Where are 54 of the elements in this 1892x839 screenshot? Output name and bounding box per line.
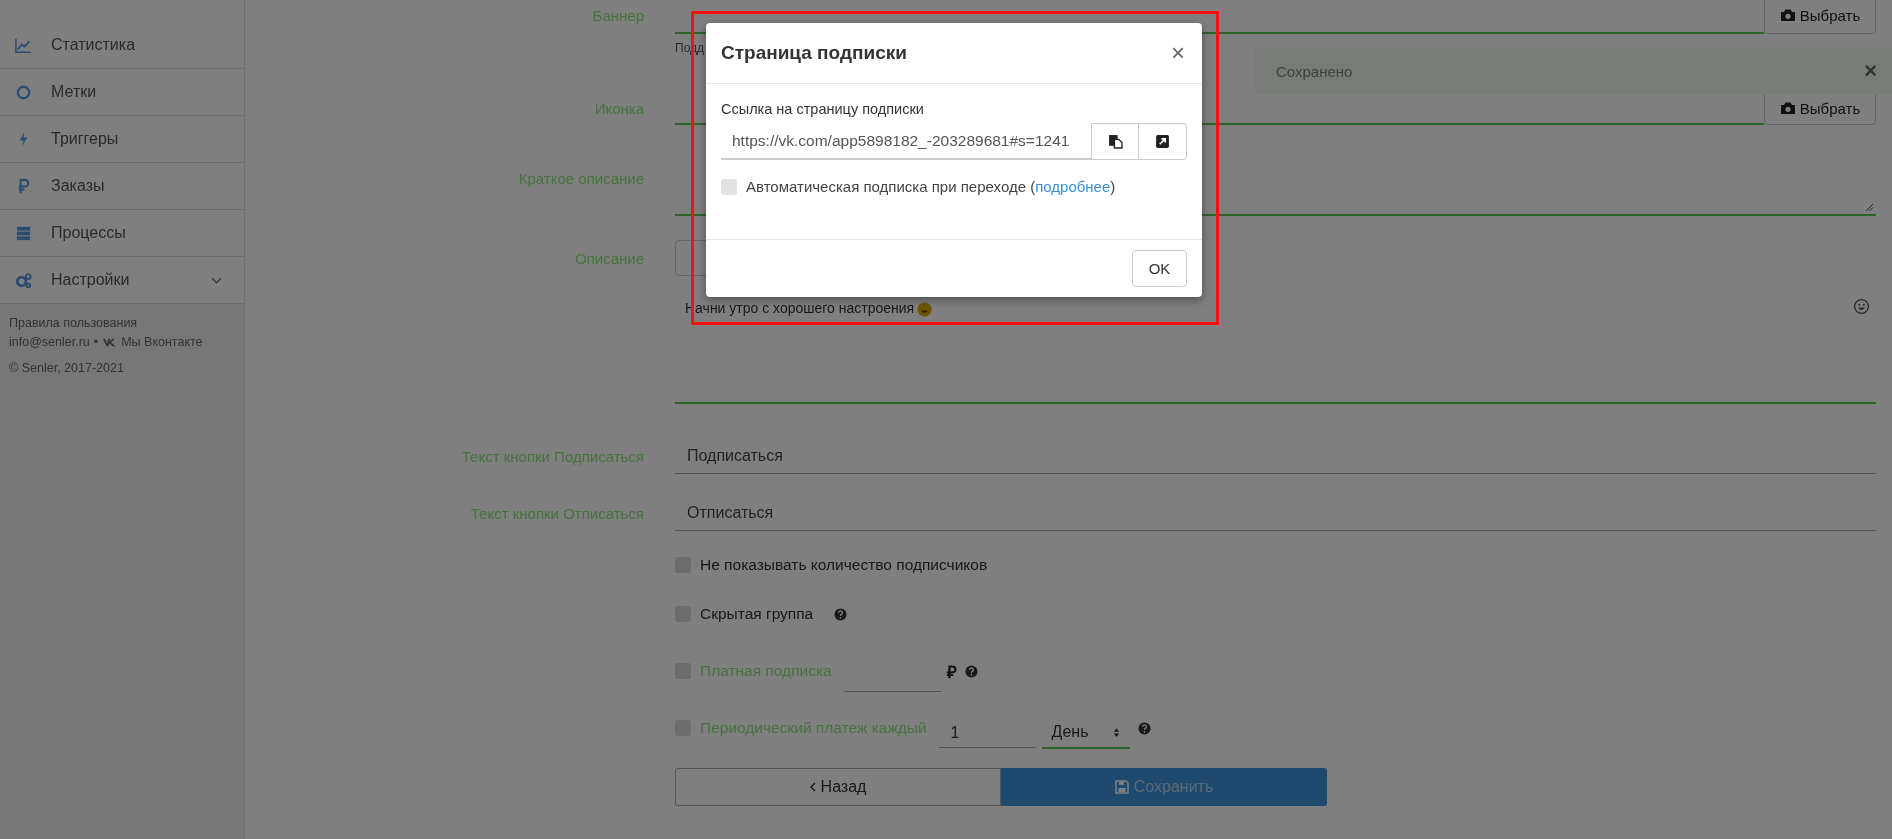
notification-text: Сохранено xyxy=(1276,62,1353,80)
checkbox[interactable] xyxy=(721,178,737,195)
period-field[interactable]: 1 xyxy=(938,718,1036,748)
sidebar-item[interactable]: Заказы xyxy=(0,163,244,210)
help-icon[interactable] xyxy=(1137,721,1151,735)
option-label: Платная подписка xyxy=(700,662,832,680)
field-label: Текст кнопки Отписаться xyxy=(469,504,644,522)
sidebar-item[interactable]: Процессы xyxy=(0,210,244,257)
unsubscribe-text-field[interactable]: Отписаться xyxy=(675,495,1876,531)
sidebar-item[interactable]: Триггеры xyxy=(0,116,244,163)
chevron-left-icon xyxy=(809,782,816,792)
sidebar-item[interactable]: Метки xyxy=(0,69,244,116)
help-icon[interactable] xyxy=(964,664,978,678)
smiley-icon[interactable] xyxy=(1853,298,1870,315)
field-label: Краткое описание xyxy=(517,169,644,187)
sort-arrows-icon xyxy=(1112,726,1120,738)
separator-dot: • xyxy=(93,335,99,349)
copy-icon xyxy=(1107,134,1123,149)
vk-logo-icon xyxy=(102,337,118,347)
option-label: Скрытая группа xyxy=(700,605,814,623)
details-link[interactable]: подробнее xyxy=(1035,178,1111,195)
unit-select[interactable]: День xyxy=(1041,717,1130,749)
option-label: Не показывать количество подписчиков xyxy=(700,556,988,574)
field-label: Иконка xyxy=(593,99,644,117)
option-label: Периодический платеж каждый xyxy=(700,719,927,737)
dialog-title: Страница подписки xyxy=(721,42,907,64)
link-label: Ссылка на страницу подписки xyxy=(721,101,925,117)
field-label: Текст кнопки Подписаться xyxy=(460,447,644,465)
help-icon[interactable] xyxy=(834,607,848,621)
currency-sign: ₽ xyxy=(946,661,957,683)
copyright-text: © Senler, 2017-2021 xyxy=(9,361,125,375)
camera-icon xyxy=(1779,8,1796,22)
field-label: Описание xyxy=(573,249,644,267)
subscribe-text-field[interactable]: Подписаться xyxy=(675,438,1876,474)
link-field[interactable]: https://vk.com/app5898182_-203289681#s=1241 xyxy=(721,123,1091,160)
choose-button[interactable]: Выбрать xyxy=(1764,0,1876,34)
close-button[interactable]: × xyxy=(1860,60,1881,82)
ok-button[interactable]: OK xyxy=(1132,250,1187,287)
auto-subscribe-label: Автоматическая подписка при переходе (подробнее) xyxy=(746,178,1116,195)
emoji-icon xyxy=(917,302,933,317)
camera-icon xyxy=(1779,101,1796,115)
sidebar-item[interactable]: Настройки xyxy=(0,257,244,304)
open-link-button[interactable] xyxy=(1139,123,1187,160)
copy-button[interactable] xyxy=(1091,123,1139,160)
terms-link[interactable]: Правила пользования xyxy=(9,316,235,330)
resize-grip-icon xyxy=(1865,203,1874,212)
gears-icon xyxy=(14,270,33,290)
sidebar-item[interactable]: Статистика xyxy=(0,22,244,69)
field-label: Баннер xyxy=(591,6,644,24)
close-button[interactable]: × xyxy=(1169,41,1187,65)
external-link-icon xyxy=(1155,134,1170,149)
email-link[interactable]: info@senler.ru xyxy=(9,335,90,349)
back-button[interactable]: Назад xyxy=(675,768,1001,806)
vk-link[interactable]: Мы Вконтакте xyxy=(121,335,203,349)
